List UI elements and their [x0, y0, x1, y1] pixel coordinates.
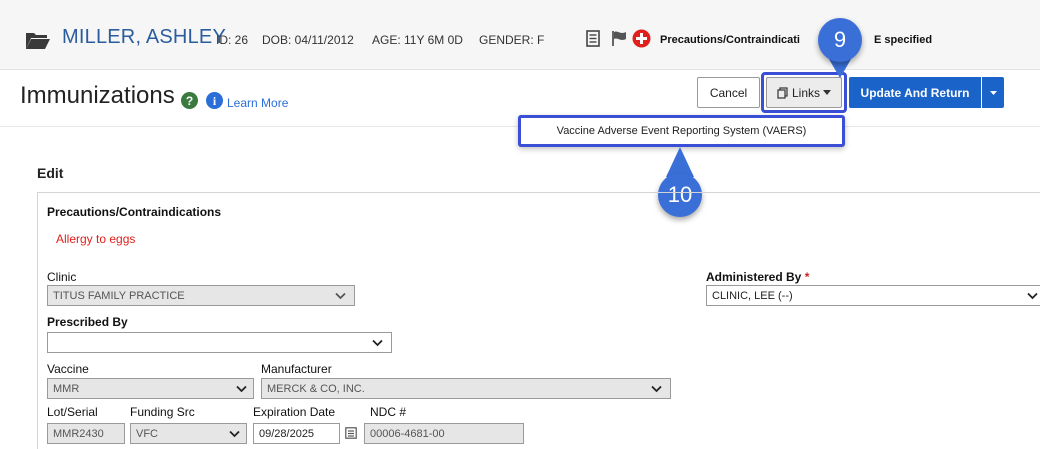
required-marker: *: [804, 270, 810, 284]
menu-item-vaers[interactable]: Vaccine Adverse Event Reporting System (…: [521, 118, 842, 144]
add-alert-icon[interactable]: [632, 29, 651, 48]
folder-icon[interactable]: [25, 30, 51, 50]
flag-icon[interactable]: [611, 30, 627, 47]
funding-value: VFC: [136, 427, 158, 440]
patient-name[interactable]: MILLER, ASHLEY: [62, 26, 226, 49]
funding-label: Funding Src: [130, 405, 195, 419]
chevron-down-icon: [236, 385, 247, 392]
chevron-down-icon: [1027, 292, 1038, 299]
cancel-label: Cancel: [709, 85, 748, 100]
expiration-input[interactable]: 09/28/2025: [253, 423, 340, 444]
lot-input[interactable]: MMR2430: [47, 423, 125, 444]
manufacturer-select[interactable]: MERCK & CO, INC.: [261, 378, 671, 399]
caret-down-icon: [823, 90, 831, 95]
clinic-label: Clinic: [47, 270, 77, 284]
precautions-label: Precautions/Contraindications: [47, 205, 222, 219]
chevron-down-icon: [372, 339, 383, 346]
svg-text:?: ?: [186, 94, 193, 108]
update-label: Update And Return: [860, 85, 970, 100]
section-title-edit: Edit: [37, 165, 64, 181]
allergy-text: Allergy to eggs: [56, 232, 136, 246]
update-and-return-button[interactable]: Update And Return: [849, 77, 981, 108]
precautions-summary: Precautions/Contraindicati: [660, 34, 800, 46]
administered-by-text: Administered By: [706, 270, 802, 284]
links-button[interactable]: Links: [766, 77, 842, 108]
chevron-down-icon: [229, 430, 240, 437]
learn-more-link[interactable]: Learn More: [227, 96, 288, 110]
manufacturer-label: Manufacturer: [261, 362, 332, 376]
cancel-button[interactable]: Cancel: [697, 77, 760, 108]
prescribed-by-label: Prescribed By: [47, 315, 128, 329]
patient-dob: DOB: 04/11/2012: [262, 33, 354, 47]
funding-select[interactable]: VFC: [130, 423, 247, 444]
expiration-value: 09/28/2025: [259, 427, 315, 440]
links-label: Links: [791, 85, 820, 100]
administered-by-label: Administered By *: [706, 270, 809, 284]
patient-age: AGE: 11Y 6M 0D: [372, 33, 463, 47]
links-dropdown-menu: Vaccine Adverse Event Reporting System (…: [518, 115, 845, 147]
patient-id: ID: 26: [216, 33, 249, 47]
lot-value: MMR2430: [53, 427, 104, 440]
administered-by-value: CLINIC, LEE (--): [712, 289, 793, 302]
vaccine-select[interactable]: MMR: [47, 378, 254, 399]
expiration-label: Expiration Date: [253, 405, 336, 419]
clinic-select[interactable]: TITUS FAMILY PRACTICE: [47, 285, 355, 306]
document-icon[interactable]: [586, 30, 600, 47]
chevron-down-icon: [335, 292, 346, 299]
clinic-value: TITUS FAMILY PRACTICE: [53, 289, 185, 302]
copy-icon: [777, 86, 788, 99]
info-icon[interactable]: i: [206, 92, 223, 109]
help-icon[interactable]: ?: [181, 92, 198, 109]
manufacturer-value: MERCK & CO, INC.: [267, 382, 365, 395]
calendar-icon[interactable]: [345, 427, 357, 439]
caret-down-icon: [989, 90, 997, 95]
callout-badge-9: 9: [818, 18, 862, 62]
vaccine-value: MMR: [53, 382, 80, 395]
chevron-down-icon: [651, 385, 662, 392]
precautions-summary-tail: E specified: [874, 34, 933, 46]
lot-label: Lot/Serial: [47, 405, 98, 419]
update-options-toggle[interactable]: [982, 77, 1004, 108]
page-title: Immunizations: [20, 82, 175, 109]
vaccine-label: Vaccine: [47, 362, 89, 376]
prescribed-by-select[interactable]: [47, 332, 392, 353]
ndc-value: 00006-4681-00: [370, 427, 445, 440]
ndc-input[interactable]: 00006-4681-00: [364, 423, 524, 444]
administered-by-select[interactable]: CLINIC, LEE (--): [706, 285, 1040, 306]
ndc-label: NDC #: [370, 405, 407, 419]
patient-gender: GENDER: F: [479, 33, 545, 47]
